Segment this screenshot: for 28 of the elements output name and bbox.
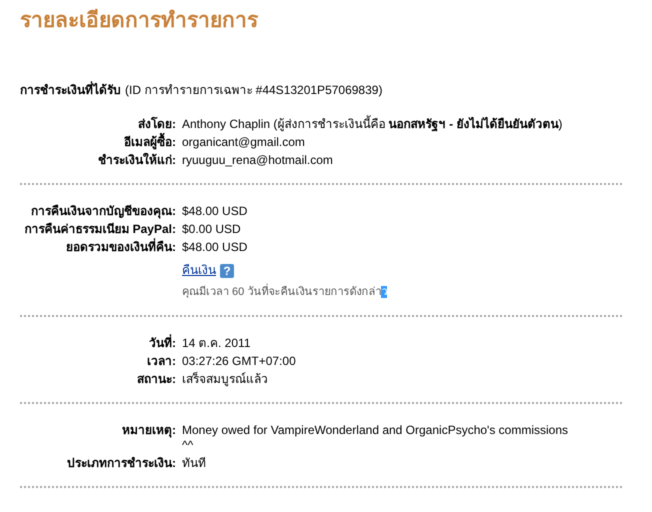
help-icon[interactable]: ? (220, 264, 234, 278)
field-label: วันที่: (148, 336, 176, 351)
field-label: การคืนเงินจากบัญชีของคุณ: (30, 204, 176, 219)
field-value: Anthony Chaplin (ผู้ส่งการชำระเงินนี้คือ นอกสหรัฐฯ - ยังไม่ได้ยืนยันตัวตน) (182, 117, 564, 132)
refund-note: คุณมีเวลา 60 วันที่จะคืนเงินรายการดังกล่าว (182, 285, 388, 300)
field-value: 03:27:26 GMT+07:00 (182, 354, 297, 369)
field-label: เวลา: (146, 354, 176, 369)
field-value: $48.00 USD (182, 240, 248, 255)
section-heading: การชำระเงินที่ได้รับ (20, 82, 121, 98)
field-label: สถานะ: (136, 372, 176, 387)
transaction-id: (ID การทำรายการเฉพาะ #44S13201P57069839) (125, 82, 382, 98)
field-value: $48.00 USD (182, 204, 248, 219)
field-label: ประเภทการชำระเงิน: (66, 456, 176, 471)
field-value: ทันที (182, 456, 207, 471)
field-label: หมายเหตุ: (121, 423, 176, 440)
field-label: ส่งโดย: (137, 117, 176, 132)
field-value: Money owed for VampireWonderland and OrganicPsycho's commissions ^^ (182, 423, 570, 453)
field-value: เสร็จสมบูรณ์แล้ว (182, 372, 269, 387)
field-value: organicant@gmail.com (182, 135, 306, 150)
field-label: ชำระเงินให้แก่: (97, 153, 176, 168)
field-label: อีเมลผู้ซื้อ: (20, 135, 176, 150)
field-label: การคืนค่าธรรมเนียม PayPal: (23, 222, 176, 237)
refund-link[interactable]: คืนเงิน (182, 263, 216, 278)
field-value: 14 ต.ค. 2011 (182, 336, 252, 351)
page-title: รายละเอียดการทำรายการ (20, 8, 260, 34)
field-value: $0.00 USD (182, 222, 242, 237)
field-label: ยอดรวมของเงินที่คืน: (65, 240, 176, 255)
field-value: ryuuguu_rena@hotmail.com (182, 153, 334, 168)
